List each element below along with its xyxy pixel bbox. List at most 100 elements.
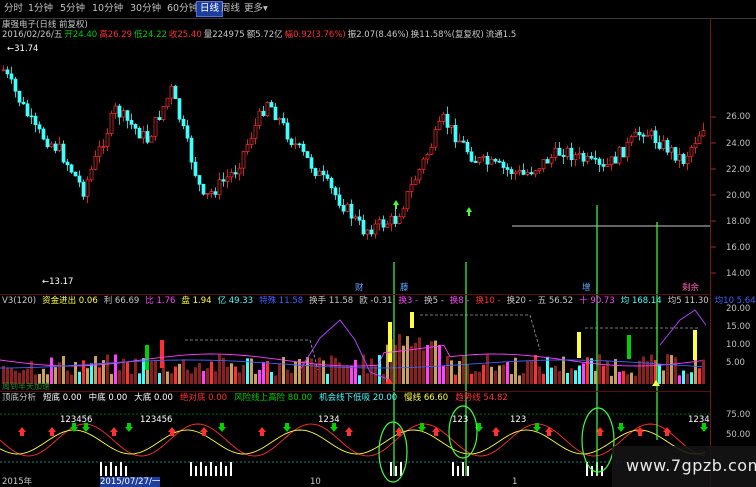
candle-body (689, 147, 694, 157)
volume-bar (494, 370, 497, 384)
volume-bar (430, 341, 433, 384)
candle-body (413, 179, 418, 185)
price-axis-label: 16.00 (726, 243, 751, 253)
volume-bar (326, 373, 329, 384)
event-label[interactable]: 财 (355, 283, 364, 294)
volume-bar (342, 366, 345, 384)
volume-bar (178, 363, 181, 384)
volume-bar (674, 357, 677, 384)
volume-bar (686, 373, 689, 384)
volume-bar (506, 361, 509, 384)
highlight-circle (378, 421, 408, 483)
volume-bar (678, 375, 681, 384)
volume-bar (370, 358, 373, 384)
watermark: www.7gpzb.com (612, 446, 756, 487)
candle-body (497, 160, 502, 163)
oscillator-header: 顶底分析 短底 0.00 中底 0.00 大底 0.00 绝对底 0.00 风险线上高险 … (2, 393, 515, 404)
candle-body (369, 229, 374, 235)
candle-body (49, 143, 54, 148)
volume-bar (398, 334, 401, 384)
price-buy-marker-icon (466, 207, 472, 216)
candle-body (553, 147, 558, 158)
volume-bar (258, 369, 261, 384)
volume-field: 利 66.69 (103, 296, 140, 306)
candle-body (257, 110, 262, 126)
candle-body (277, 118, 282, 121)
volume-bar (314, 363, 317, 384)
volume-bar (174, 366, 177, 384)
signal-bar (215, 466, 217, 476)
low-price-value: 13.17 (49, 277, 74, 287)
candle-body (101, 146, 106, 148)
volume-bar (138, 373, 141, 384)
volume-bar (542, 373, 545, 384)
sell-arrow-icon (125, 423, 133, 432)
event-label[interactable]: 藤 (400, 283, 409, 294)
volume-bar (550, 367, 553, 384)
candle-body (189, 137, 194, 163)
candle-body (541, 159, 546, 169)
candle-body (97, 146, 102, 157)
volume-bar (70, 374, 73, 384)
date-label: 10 (310, 477, 321, 487)
candle-body (69, 164, 74, 173)
volume-field: 换10 - (475, 296, 501, 306)
volume-bar (682, 370, 685, 384)
candle-body (417, 169, 422, 181)
candle-body (57, 143, 62, 151)
candle-body (461, 140, 466, 143)
volume-bar (334, 357, 337, 384)
signal-bar (100, 462, 102, 476)
candle-body (493, 158, 498, 162)
volume-highlight-bar (627, 335, 631, 359)
candle-body (129, 120, 134, 125)
oscillator-field: 顶底分析 (2, 393, 37, 403)
candle-body (193, 161, 198, 176)
oscillator-field: 风险线上高险 80.00 (234, 393, 313, 403)
volume-bar (286, 369, 289, 384)
candle-body (253, 125, 258, 139)
candle-body (665, 140, 670, 153)
candlestick-chart[interactable] (0, 0, 756, 487)
candle-body (269, 102, 274, 108)
candle-body (29, 115, 34, 118)
candle-body (373, 223, 378, 235)
pane-divider-oscillator (0, 391, 710, 392)
volume-bar (538, 366, 541, 384)
sell-arrow-icon (617, 423, 625, 432)
signal-bar (195, 466, 197, 476)
price-axis-label: 14.00 (726, 269, 751, 279)
oscillator-field: 大底 0.00 (134, 393, 173, 403)
candle-body (473, 160, 478, 163)
candle-body (301, 143, 306, 152)
volume-bar (618, 371, 621, 384)
volume-field: 盘 1.94 (181, 296, 212, 306)
candle-body (661, 140, 666, 149)
candle-body (305, 151, 310, 158)
signal-bar (230, 462, 232, 476)
low-price-mark: ←13.17 (42, 277, 74, 287)
candle-body (329, 178, 334, 189)
event-label[interactable]: 剩余 (682, 283, 699, 294)
candle-body (561, 154, 566, 157)
candle-body (677, 154, 682, 161)
volume-bar (78, 371, 81, 384)
candle-body (157, 117, 162, 120)
candle-body (397, 216, 402, 224)
candle-body (85, 179, 90, 197)
event-label[interactable]: 增 (582, 283, 591, 294)
volume-bar (198, 362, 201, 384)
volume-bar (450, 360, 453, 384)
volume-bar (622, 370, 625, 384)
volume-highlight-bar (410, 312, 414, 328)
candle-body (537, 168, 542, 172)
candle-body (517, 169, 522, 173)
volume-bar (282, 357, 285, 384)
volume-bar (266, 361, 269, 384)
volume-bar (66, 370, 69, 384)
volume-bar (570, 368, 573, 384)
sell-arrow-icon (283, 423, 291, 432)
volume-bar (698, 368, 701, 384)
buy-arrow-icon (18, 427, 26, 436)
price-axis-label: 22.00 (726, 165, 751, 175)
